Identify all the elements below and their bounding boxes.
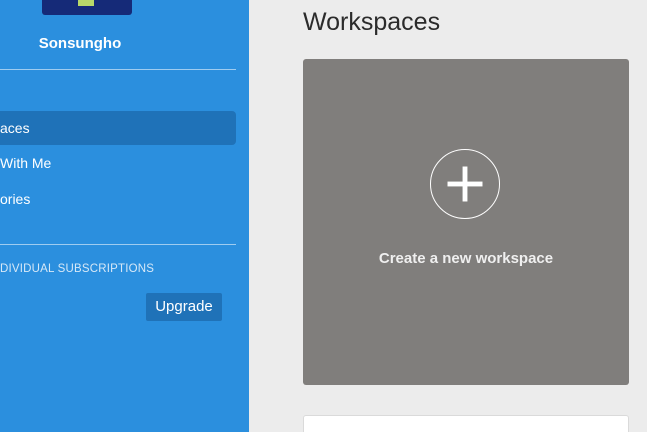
sidebar-item-shared-with-me[interactable]: With Me — [0, 146, 236, 180]
upgrade-button[interactable]: Upgrade — [146, 293, 222, 321]
sidebar-divider-bottom — [0, 244, 236, 245]
sidebar-item-label: aces — [0, 120, 30, 136]
page-title: Workspaces — [303, 8, 441, 36]
workspace-card[interactable] — [303, 415, 629, 432]
sidebar: Sonsungho aces With Me ories DIVIDUAL SU… — [0, 0, 249, 432]
sidebar-item-repositories[interactable]: ories — [0, 182, 236, 216]
avatar-mark-icon — [78, 0, 94, 6]
sidebar-item-workspaces[interactable]: aces — [0, 111, 236, 145]
sidebar-item-label: ories — [0, 191, 31, 207]
subscriptions-section-label: DIVIDUAL SUBSCRIPTIONS — [0, 263, 155, 275]
sidebar-divider-top — [0, 69, 236, 70]
plus-icon — [447, 166, 483, 202]
create-workspace-label: Create a new workspace — [378, 250, 554, 267]
plus-circle-icon — [430, 149, 500, 219]
app-root: Sonsungho aces With Me ories DIVIDUAL SU… — [0, 0, 647, 432]
username[interactable]: Sonsungho — [0, 35, 160, 52]
create-workspace-card[interactable]: Create a new workspace — [303, 59, 629, 385]
sidebar-item-label: With Me — [0, 155, 52, 171]
